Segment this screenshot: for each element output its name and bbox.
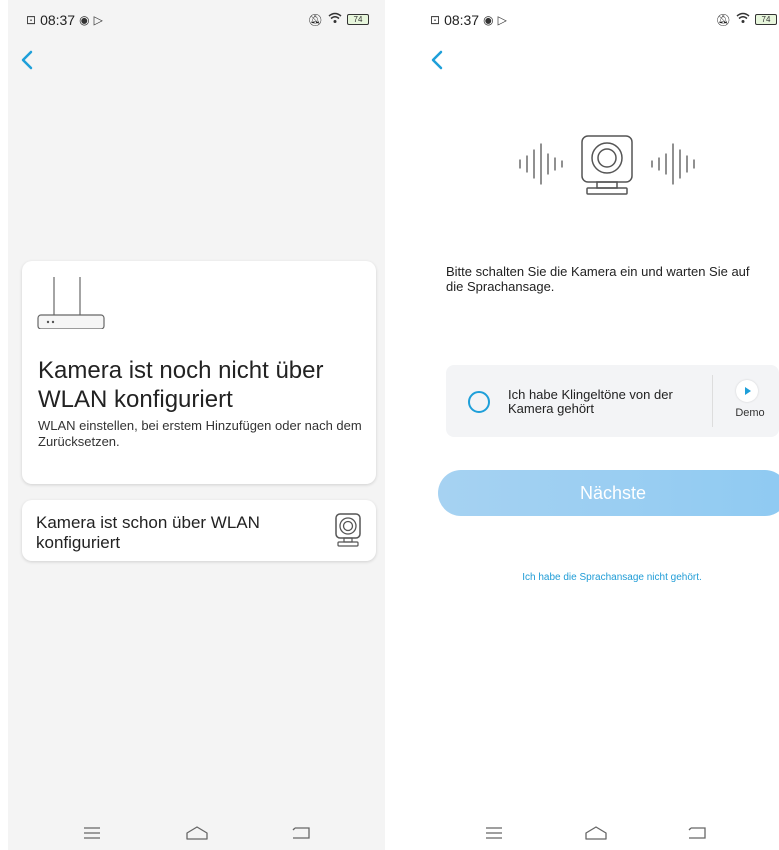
back-chevron-icon: [21, 50, 33, 70]
home-icon: [185, 826, 208, 840]
mute-icon: 🔕︎: [715, 12, 731, 27]
status-bar: ⊡ 08:37 ◉ ▷ 🔕︎ 74: [412, 12, 779, 34]
camera-sound-illustration: [519, 135, 695, 195]
camera-icon: [581, 135, 633, 195]
router-icon: [37, 277, 105, 329]
option-not-configured-title: Kamera ist noch nicht über WLAN konfigur…: [38, 357, 324, 413]
camera-icon: [335, 513, 361, 547]
option-not-configured-description: WLAN einstellen, bei erstem Hinzufügen o…: [38, 418, 362, 449]
status-time: 08:37: [40, 12, 76, 28]
return-icon: [688, 827, 706, 839]
back-button[interactable]: [426, 46, 450, 74]
screen-divider: [385, 0, 412, 850]
not-heard-link[interactable]: Ich habe die Sprachansage nicht gehört.: [472, 572, 752, 583]
option-not-configured-card[interactable]: Kamera ist noch nicht über WLAN konfigur…: [22, 261, 376, 484]
demo-button[interactable]: Demo: [726, 377, 770, 427]
option-configured-title: Kamera ist schon über WLAN konfiguriert: [36, 513, 260, 552]
wifi-icon: [736, 12, 750, 27]
battery-icon: 74: [755, 14, 777, 25]
notification-icon: ◉: [483, 13, 494, 27]
confirm-heard-radio[interactable]: [468, 391, 490, 413]
status-bar: ⊡ 08:37 ◉ ▷ 🔕︎ 74: [8, 12, 385, 34]
back-button[interactable]: [16, 46, 40, 74]
battery-icon: 74: [347, 14, 369, 25]
divider: [712, 375, 713, 427]
home-button[interactable]: [576, 821, 616, 845]
menu-button[interactable]: [72, 821, 112, 845]
screen-wifi-choice: ⊡ 08:37 ◉ ▷ 🔕︎ 74 Kamera ist noch nicht …: [8, 0, 385, 850]
sound-wave-icon: [519, 143, 695, 185]
demo-label: Demo: [735, 407, 765, 419]
menu-button[interactable]: [474, 821, 514, 845]
instruction-text: Bitte schalten Sie die Kamera ein und wa…: [446, 264, 750, 294]
return-button[interactable]: [677, 821, 717, 845]
return-icon: [292, 827, 310, 839]
menu-icon: [84, 827, 101, 839]
confirm-heard-card: Ich habe Klingeltöne von der Kamera gehö…: [446, 365, 779, 437]
screenshot-icon: ⊡: [26, 13, 37, 27]
return-button[interactable]: [281, 821, 321, 845]
notification-icon: ◉: [79, 13, 90, 27]
status-time: 08:37: [444, 12, 480, 28]
home-button[interactable]: [177, 821, 217, 845]
wifi-icon: [328, 12, 342, 27]
mute-icon: 🔕︎: [307, 12, 323, 27]
option-configured-card[interactable]: Kamera ist schon über WLAN konfiguriert: [22, 500, 376, 561]
cast-icon: ▷: [93, 13, 103, 27]
system-navigation-bar: [8, 816, 385, 850]
screen-voice-prompt: ⊡ 08:37 ◉ ▷ 🔕︎ 74 Bitte schalten Sie die…: [412, 0, 779, 850]
back-chevron-icon: [431, 50, 443, 70]
cast-icon: ▷: [497, 13, 507, 27]
system-navigation-bar: [412, 816, 779, 850]
confirm-heard-label: Ich habe Klingeltöne von der Kamera gehö…: [508, 387, 673, 416]
screenshot-icon: ⊡: [430, 13, 441, 27]
play-icon: [736, 380, 758, 402]
next-button[interactable]: Nächste: [438, 470, 779, 516]
menu-icon: [485, 827, 502, 839]
home-icon: [584, 826, 607, 840]
